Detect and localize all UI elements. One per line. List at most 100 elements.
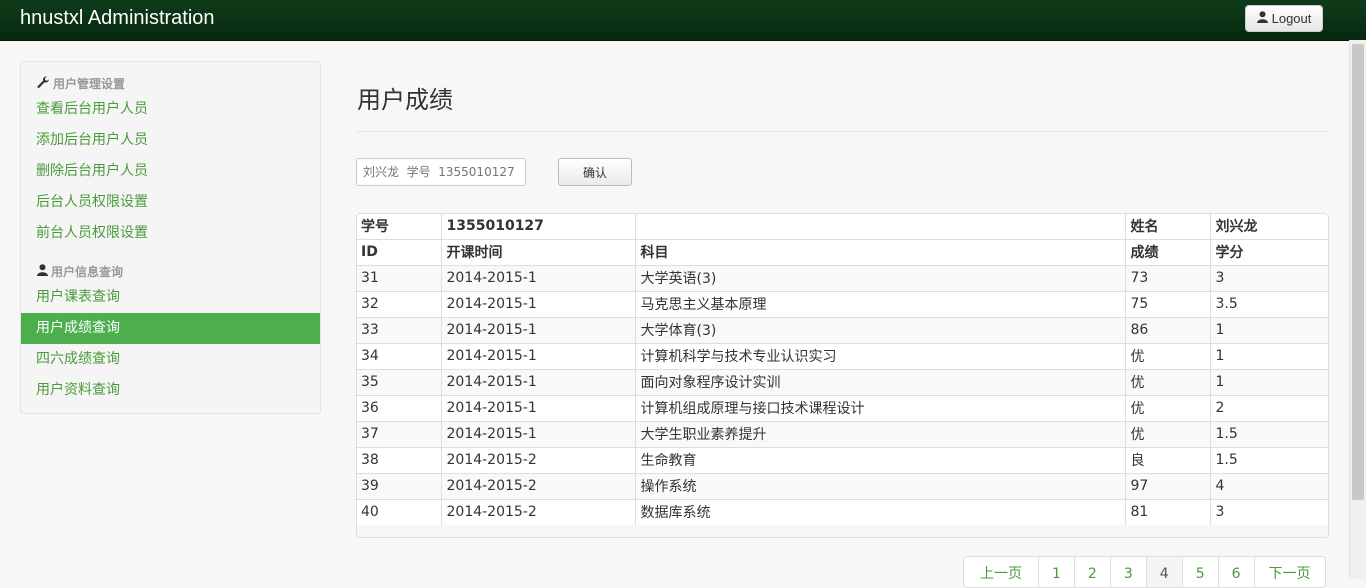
cell-term: 2014-2015-1 xyxy=(440,316,635,343)
cell-course: 数据库系统 xyxy=(634,498,1125,525)
table-row: 33 2014-2015-1 大学体育(3) 86 1 xyxy=(356,316,1329,343)
cell-score: 73 xyxy=(1124,264,1210,291)
cell-id: 40 xyxy=(356,498,441,525)
cell-id: 32 xyxy=(356,290,441,317)
cell-score: 86 xyxy=(1124,316,1210,343)
cell-id: 37 xyxy=(356,420,441,447)
cell-score: 97 xyxy=(1124,472,1210,499)
title-divider xyxy=(357,131,1329,132)
brand-title[interactable]: hnustxl Administration xyxy=(20,7,215,30)
top-navbar: hnustxl Administration Logout xyxy=(0,0,1366,41)
column-header-credit: 学分 xyxy=(1209,238,1329,265)
prev-page-link[interactable]: 上一页 xyxy=(964,557,1038,587)
column-header-course: 科目 xyxy=(634,238,1125,265)
sidebar-group-label: 用户信息查询 xyxy=(51,265,124,279)
scrollbar-thumb[interactable] xyxy=(1352,44,1364,500)
cell-term: 2014-2015-2 xyxy=(440,472,635,499)
cell-credit: 1.5 xyxy=(1209,420,1329,447)
cell-id: 33 xyxy=(356,316,441,343)
logout-button[interactable]: Logout xyxy=(1245,5,1323,32)
sidebar-item-view-admin-users[interactable]: 查看后台用户人员 xyxy=(21,94,320,125)
sidebar-item-grades-query[interactable]: 用户成绩查询 xyxy=(21,313,320,344)
sidebar-item-cet-query[interactable]: 四六成绩查询 xyxy=(21,344,320,375)
page-link-6[interactable]: 6 xyxy=(1217,557,1254,587)
table-row: 34 2014-2015-1 计算机科学与技术专业认识实习优 1 xyxy=(356,342,1329,369)
cell-score: 81 xyxy=(1124,498,1210,525)
sidebar-item-schedule-query[interactable]: 用户课表查询 xyxy=(21,282,320,313)
student-info-row: 学号 1355010127 姓名 刘兴龙 xyxy=(356,213,1329,239)
table-row: 40 2014-2015-2 数据库系统 81 3 xyxy=(356,498,1329,525)
cell-term: 2014-2015-1 xyxy=(440,342,635,369)
empty-cell xyxy=(634,213,1125,239)
search-input[interactable] xyxy=(356,158,526,186)
column-header-id: ID xyxy=(356,238,441,265)
cell-course: 面向对象程序设计实训 xyxy=(634,368,1125,395)
sidebar-group-label: 用户管理设置 xyxy=(53,77,126,91)
table-row: 39 2014-2015-2 操作系统 97 4 xyxy=(356,472,1329,499)
page-link-4-current[interactable]: 4 xyxy=(1145,557,1182,587)
cell-course: 大学英语(3) xyxy=(634,264,1125,291)
cell-course: 生命教育 xyxy=(634,446,1125,473)
cell-course: 计算机组成原理与接口技术课程设计 xyxy=(634,394,1125,421)
cell-id: 35 xyxy=(356,368,441,395)
cell-score: 良 xyxy=(1124,446,1210,473)
cell-id: 31 xyxy=(356,264,441,291)
page-scrollbar[interactable] xyxy=(1349,40,1366,579)
student-id-value: 1355010127 xyxy=(440,213,635,239)
cell-term: 2014-2015-1 xyxy=(440,420,635,447)
column-header-score: 成绩 xyxy=(1124,238,1210,265)
cell-course: 操作系统 xyxy=(634,472,1125,499)
grades-table: 学号 1355010127 姓名 刘兴龙 ID 开课时间 科目 成绩 学分 31… xyxy=(356,213,1329,525)
sidebar-item-profile-query[interactable]: 用户资料查询 xyxy=(21,375,320,406)
cell-term: 2014-2015-2 xyxy=(440,498,635,525)
confirm-button[interactable]: 确认 xyxy=(558,158,632,186)
column-header-term: 开课时间 xyxy=(440,238,635,265)
cell-id: 38 xyxy=(356,446,441,473)
student-name-label: 姓名 xyxy=(1124,213,1210,239)
cell-course: 计算机科学与技术专业认识实习 xyxy=(634,342,1125,369)
table-row: 31 2014-2015-1 大学英语(3) 73 3 xyxy=(356,264,1329,291)
sidebar-item-admin-permissions[interactable]: 后台人员权限设置 xyxy=(21,187,320,218)
user-icon xyxy=(1256,11,1268,26)
cell-score: 优 xyxy=(1124,368,1210,395)
table-row: 37 2014-2015-1 大学生职业素养提升优 1.5 xyxy=(356,420,1329,447)
cell-course: 大学体育(3) xyxy=(634,316,1125,343)
cell-id: 36 xyxy=(356,394,441,421)
next-page-link[interactable]: 下一页 xyxy=(1253,557,1325,587)
cell-credit: 1 xyxy=(1209,342,1329,369)
cell-term: 2014-2015-1 xyxy=(440,368,635,395)
logout-label: Logout xyxy=(1271,11,1312,26)
cell-id: 34 xyxy=(356,342,441,369)
page-link-3[interactable]: 3 xyxy=(1109,557,1146,587)
cell-credit: 1 xyxy=(1209,316,1329,343)
table-header-row: ID 开课时间 科目 成绩 学分 xyxy=(356,238,1329,265)
cell-score: 优 xyxy=(1124,420,1210,447)
cell-credit: 4 xyxy=(1209,472,1329,499)
table-row: 35 2014-2015-1 面向对象程序设计实训优 1 xyxy=(356,368,1329,395)
pagination: 上一页 1 2 3 4 5 6 下一页 xyxy=(963,556,1326,588)
page-link-2[interactable]: 2 xyxy=(1073,557,1110,587)
cell-score: 优 xyxy=(1124,342,1210,369)
student-name-value: 刘兴龙 xyxy=(1209,213,1329,239)
page-title: 用户成绩 xyxy=(357,86,453,114)
cell-term: 2014-2015-1 xyxy=(440,264,635,291)
sidebar-item-frontend-permissions[interactable]: 前台人员权限设置 xyxy=(21,218,320,249)
cell-credit: 1 xyxy=(1209,368,1329,395)
table-row: 32 2014-2015-1 马克思主义基本原理 75 3.5 xyxy=(356,290,1329,317)
sidebar-group-user-info: 用户信息查询 xyxy=(37,263,123,280)
cell-term: 2014-2015-1 xyxy=(440,290,635,317)
cell-credit: 3.5 xyxy=(1209,290,1329,317)
cell-term: 2014-2015-2 xyxy=(440,446,635,473)
cell-credit: 2 xyxy=(1209,394,1329,421)
cell-course: 大学生职业素养提升 xyxy=(634,420,1125,447)
cell-score: 优 xyxy=(1124,394,1210,421)
page-link-5[interactable]: 5 xyxy=(1181,557,1218,587)
page-link-1[interactable]: 1 xyxy=(1038,557,1074,587)
table-row: 38 2014-2015-2 生命教育良 1.5 xyxy=(356,446,1329,473)
cell-term: 2014-2015-1 xyxy=(440,394,635,421)
sidebar-item-add-admin-users[interactable]: 添加后台用户人员 xyxy=(21,125,320,156)
cell-score: 75 xyxy=(1124,290,1210,317)
sidebar-item-delete-admin-users[interactable]: 删除后台用户人员 xyxy=(21,156,320,187)
cell-credit: 3 xyxy=(1209,498,1329,525)
cell-credit: 3 xyxy=(1209,264,1329,291)
